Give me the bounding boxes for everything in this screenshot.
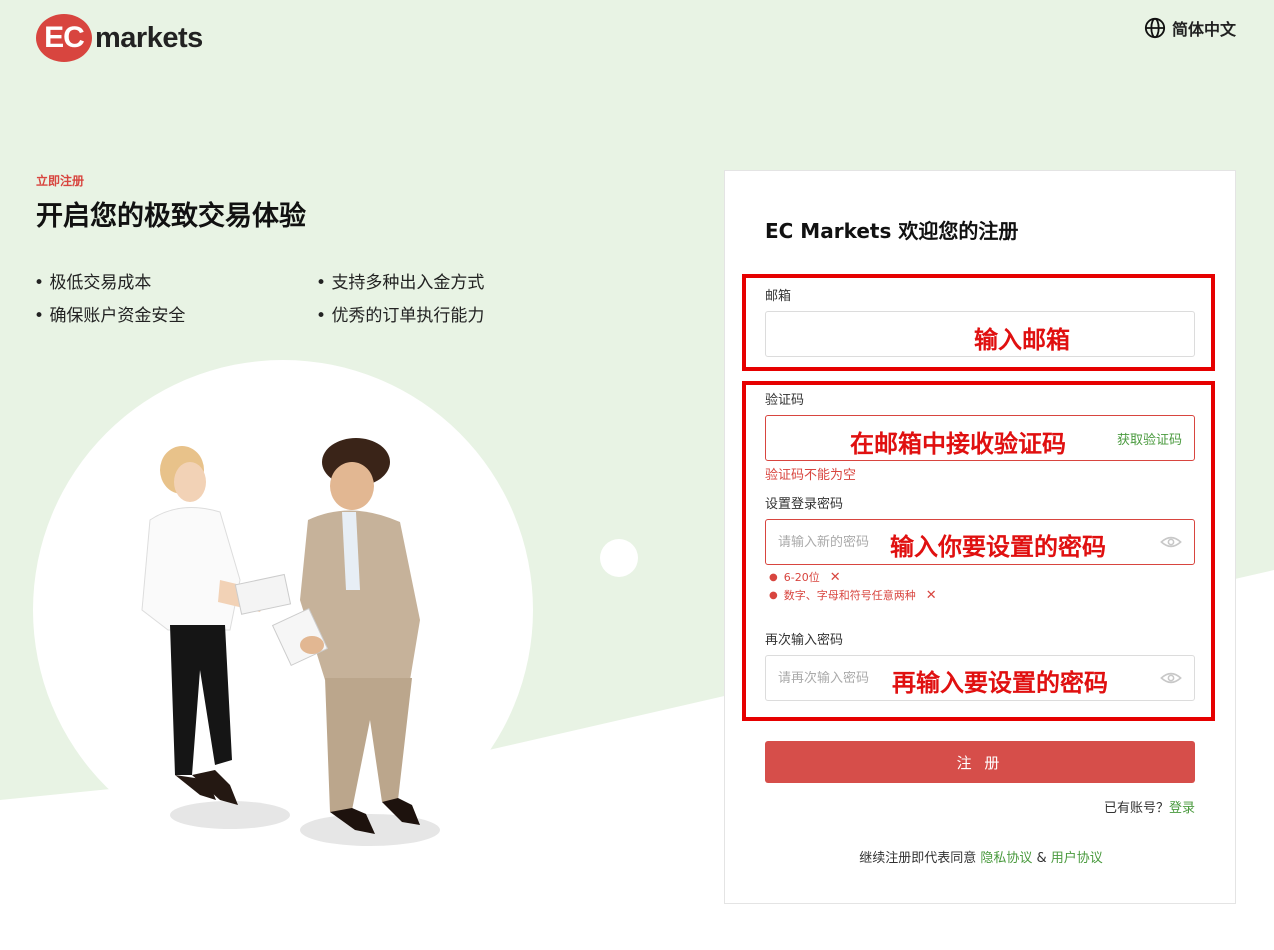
confirm-password-input[interactable] [778, 670, 1160, 686]
feature-item: 优秀的订单执行能力 [316, 301, 556, 326]
fail-icon: ✕ [925, 588, 937, 603]
register-card: EC Markets 欢迎您的注册 邮箱 验证码 获取验证码 验证码不能为空 设… [724, 170, 1236, 904]
language-label: 简体中文 [1171, 20, 1236, 39]
get-code-button[interactable]: 获取验证码 [1117, 429, 1182, 448]
password-rule-text: 6-20位 [783, 571, 820, 584]
confirm-password-label: 再次输入密码 [765, 633, 844, 648]
privacy-link[interactable]: 隐私协议 [980, 851, 1032, 866]
confirm-password-field-wrapper [765, 655, 1195, 701]
password-rule: ● 6-20位 ✕ [769, 569, 937, 587]
have-account-label: 已有账号？ [1103, 801, 1169, 816]
business-people-illustration [141, 438, 440, 846]
email-input[interactable] [778, 326, 1182, 342]
have-account-text: 已有账号？登录 [1104, 797, 1195, 816]
code-error: 验证码不能为空 [765, 468, 857, 483]
login-link[interactable]: 登录 [1169, 801, 1195, 816]
hero-title: 开启您的极致交易体验 [36, 201, 306, 232]
code-label: 验证码 [765, 393, 805, 408]
fail-icon: ✕ [829, 570, 841, 585]
password-rules: ● 6-20位 ✕ ● 数字、字母和符号任意两种 ✕ [769, 569, 937, 605]
email-label: 邮箱 [765, 289, 792, 304]
feature-item: 确保账户资金安全 [34, 301, 316, 326]
terms-link[interactable]: 用户协议 [1051, 851, 1103, 866]
code-field-wrapper: 获取验证码 [765, 415, 1195, 461]
agree-and: & [1036, 851, 1047, 866]
hero-eyebrow: 立即注册 [36, 174, 85, 188]
feature-item: 极低交易成本 [34, 268, 316, 293]
form-title: EC Markets 欢迎您的注册 [765, 219, 1019, 243]
agreement-text: 继续注册即代表同意 隐私协议 & 用户协议 [725, 847, 1237, 866]
agree-prefix: 继续注册即代表同意 [859, 851, 977, 866]
feature-item: 支持多种出入金方式 [316, 268, 556, 293]
eye-icon[interactable] [1160, 671, 1182, 685]
eye-icon[interactable] [1160, 535, 1182, 549]
ec-markets-logo[interactable]: EC markets [36, 14, 203, 62]
password-rule: ● 数字、字母和符号任意两种 ✕ [769, 587, 937, 605]
language-switcher[interactable]: 简体中文 [1144, 16, 1236, 40]
register-button[interactable]: 注 册 [765, 741, 1195, 783]
password-field-wrapper [765, 519, 1195, 565]
password-rule-text: 数字、字母和符号任意两种 [783, 589, 916, 602]
globe-icon [1144, 17, 1166, 39]
logo-text: markets [95, 21, 203, 54]
email-field-wrapper [765, 311, 1195, 357]
logo-mark: EC [36, 14, 92, 62]
feature-list: 极低交易成本 支持多种出入金方式 确保账户资金安全 优秀的订单执行能力 [34, 268, 556, 326]
code-input[interactable] [778, 430, 1117, 446]
password-input[interactable] [778, 534, 1160, 550]
bullet-icon: ● [769, 590, 778, 601]
bullet-icon: ● [769, 572, 778, 583]
password-label: 设置登录密码 [765, 497, 844, 512]
